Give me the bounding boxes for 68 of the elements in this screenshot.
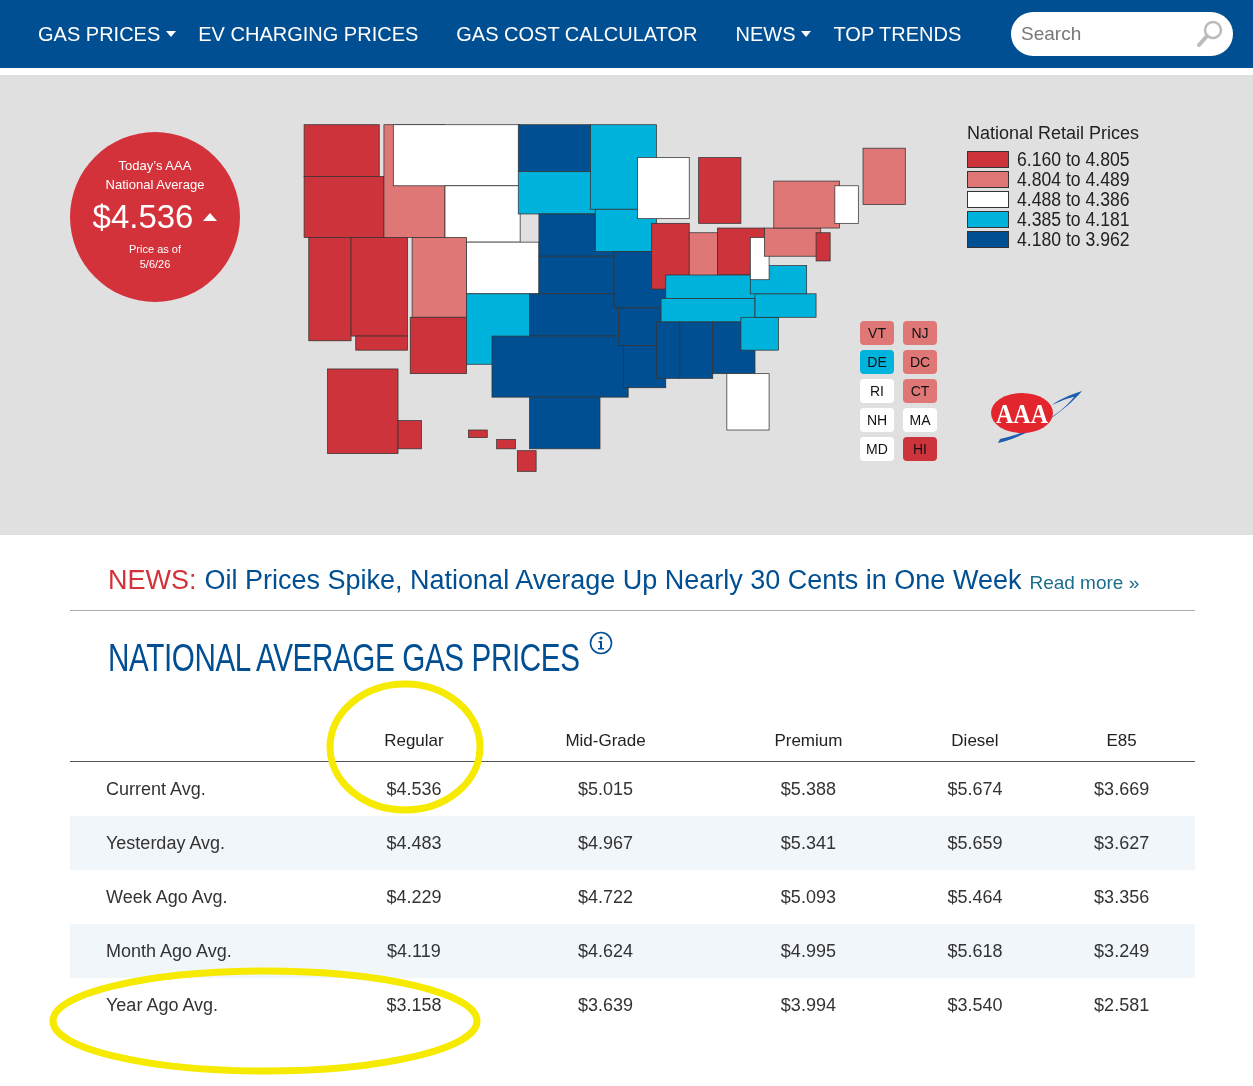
row-label: Month Ago Avg. [106,940,232,961]
badge-caption: Today’s AAA [118,157,192,175]
legend-label: 4.385 to 4.181 [1017,209,1130,229]
price-cell: $4.995 [780,940,836,961]
price-cell: $3.639 [578,994,634,1015]
up-triangle-icon [203,213,218,221]
price-cell: $3.994 [780,994,836,1015]
price-cell: $3.158 [386,994,442,1015]
search-field[interactable]: Search [1011,12,1233,56]
price-cell: $4.229 [386,886,442,907]
price-cell: $5.015 [578,778,634,799]
price-cell: $5.659 [947,832,1003,853]
price-cell: $4.624 [578,940,634,961]
column-header: Regular [384,731,444,750]
nav-link[interactable]: GAS COST CALCULATOR [456,22,698,46]
state-badge[interactable]: MA [903,408,937,432]
state-badge[interactable]: VT [860,321,894,345]
legend-label: 6.160 to 4.805 [1017,149,1130,169]
row-label: Week Ago Avg. [106,886,228,907]
state-badge[interactable]: CT [903,379,937,403]
state-badge[interactable]: DC [903,350,937,374]
price-cell: $5.464 [947,886,1003,907]
column-header: Mid-Grade [565,731,646,750]
nav-link[interactable]: GAS PRICES [38,22,177,46]
price-cell: $5.388 [780,778,836,799]
price-cell: $4.483 [386,832,442,853]
badge-caption: National Average [105,176,205,194]
state-badge[interactable]: MD [860,437,894,461]
price-cell: $3.356 [1094,886,1150,907]
price-cell: $4.536 [386,778,442,799]
read-more-link[interactable]: Read more » [1029,572,1140,594]
legend-label: 4.804 to 4.489 [1017,169,1130,189]
price-cell: $4.119 [387,940,441,961]
legend-label: 4.180 to 3.962 [1017,229,1130,249]
price-cell: $2.581 [1094,994,1150,1015]
price-cell: $5.341 [780,832,836,853]
state-badge[interactable]: DE [860,350,894,374]
price-cell: $5.093 [780,886,836,907]
average-price: $4.536 [92,198,194,236]
price-cell: $3.249 [1094,940,1150,961]
row-label: Current Avg. [106,778,206,799]
price-cell: $4.967 [578,832,634,853]
legend-title: National Retail Prices [967,122,1140,145]
legend-label: 4.488 to 4.386 [1017,189,1130,209]
price-cell: $3.540 [947,994,1003,1015]
price-cell: $5.618 [947,940,1003,961]
price-cell: $3.669 [1094,778,1150,799]
price-cell: $5.674 [947,778,1003,799]
state-badge[interactable]: HI [903,437,937,461]
price-cell: $4.722 [578,886,634,907]
state-badge[interactable]: NJ [903,321,937,345]
price-date: Price as of [129,242,181,257]
row-label: Yesterday Avg. [106,832,226,853]
column-header: E85 [1106,731,1137,750]
info-icon[interactable] [588,631,613,655]
state-badge[interactable]: NH [860,408,894,432]
column-header: Diesel [951,731,999,750]
news-headline: Oil Prices Spike, National Average Up Nearly 30 Cents in One Week [204,565,1022,596]
price-cell: $3.627 [1094,832,1150,853]
section-title: NATIONAL AVERAGE GAS PRICES [108,637,580,680]
column-header: Premium [774,731,843,750]
price-date: 5/6/26 [139,257,171,272]
nav-link[interactable]: EV CHARGING PRICES [198,22,419,46]
nav-link[interactable]: TOP TRENDS [833,22,962,46]
row-label: Year Ago Avg. [106,994,219,1015]
news-label: NEWS: [108,565,197,596]
state-badge[interactable]: RI [860,379,894,403]
nav-link[interactable]: NEWS [735,22,812,46]
